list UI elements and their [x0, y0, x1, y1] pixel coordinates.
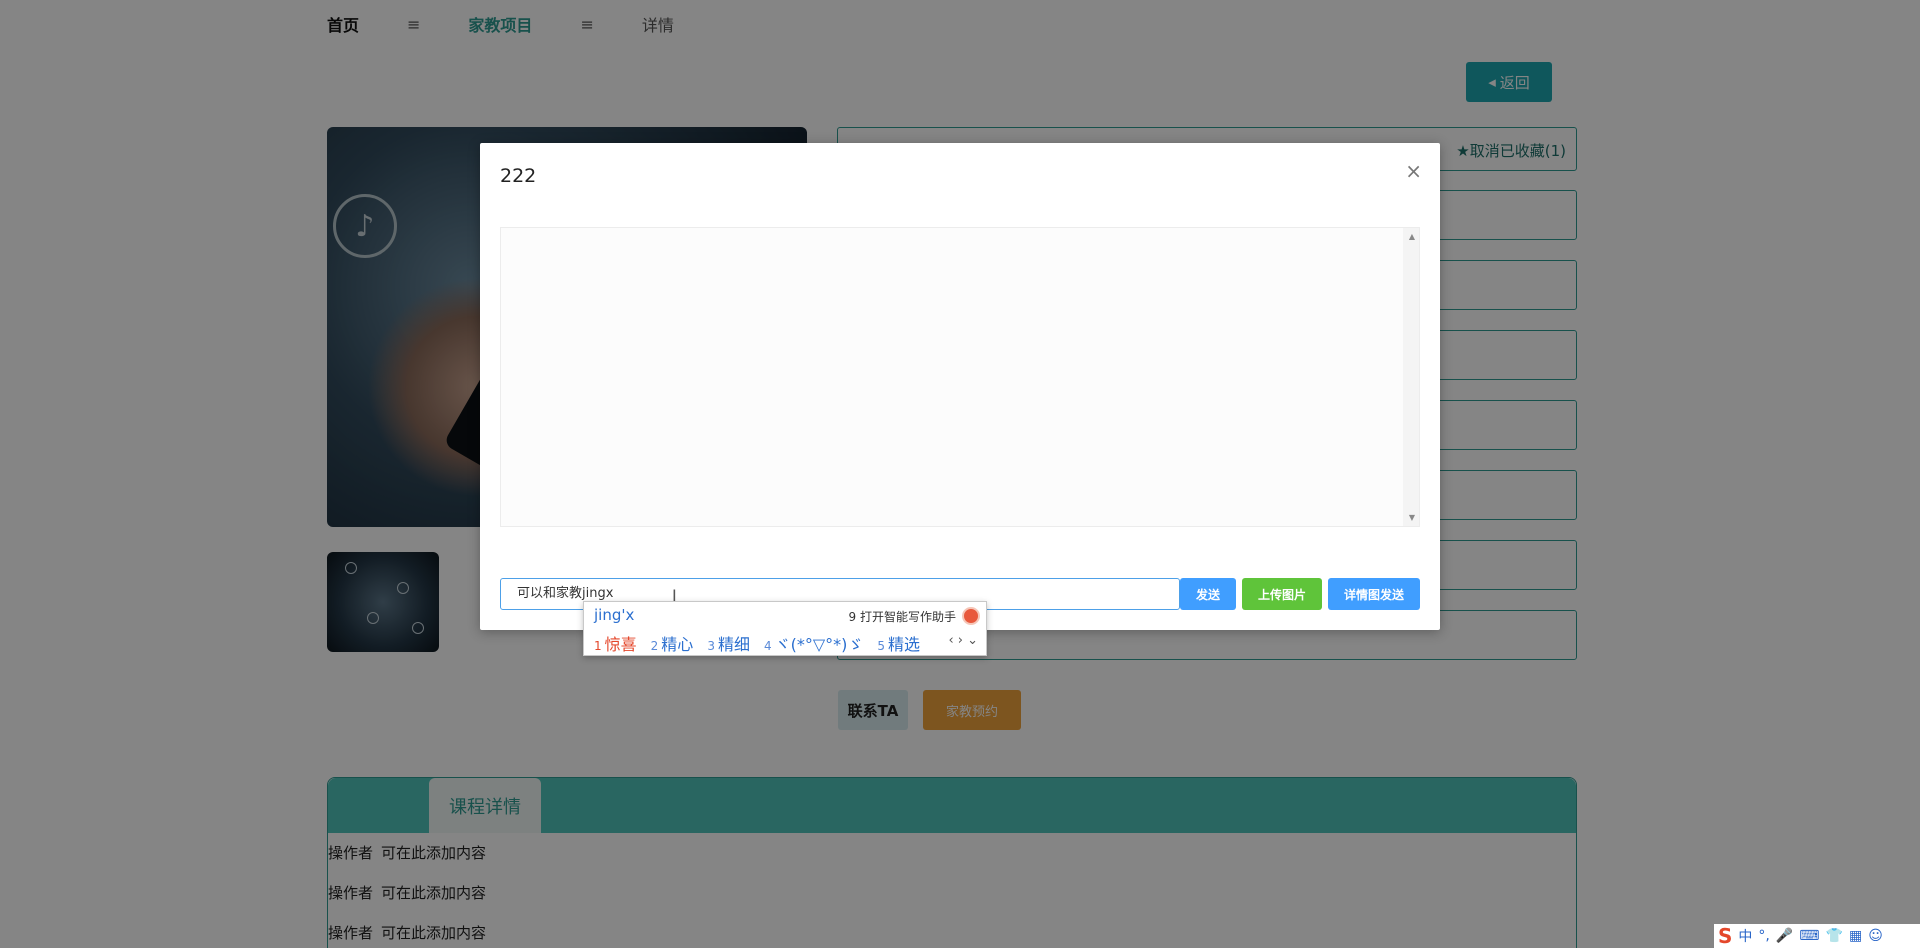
ime-candidate[interactable]: 3 精细: [707, 631, 750, 655]
mascot-icon[interactable]: ☺: [1868, 928, 1883, 944]
ime-lang-toggle[interactable]: 中: [1738, 926, 1752, 946]
scroll-down-icon[interactable]: ▼: [1409, 513, 1415, 522]
scroll-up-icon[interactable]: ▲: [1409, 232, 1415, 241]
ime-assist-link[interactable]: 9 打开智能写作助手: [849, 608, 956, 625]
upload-image-button[interactable]: 上传图片: [1242, 578, 1322, 610]
ime-pinyin: jing'x: [594, 606, 635, 624]
assistant-icon[interactable]: [962, 607, 980, 625]
ime-candidate[interactable]: 5 精选: [877, 631, 920, 655]
ime-candidates: 1 惊喜 2 精心 3 精细 4 ヾ(*°▽°*)ゞ 5 精选: [594, 631, 934, 655]
sogou-icon[interactable]: S: [1718, 924, 1732, 948]
chat-history[interactable]: ▲ ▼: [500, 227, 1420, 527]
ime-candidate[interactable]: 1 惊喜: [594, 631, 637, 655]
close-icon[interactable]: ×: [1405, 161, 1422, 181]
punctuation-toggle[interactable]: °,: [1758, 928, 1769, 944]
ime-toolbar: S 中 °, 🎤 ⌨ 👕 ▦ ☺: [1714, 924, 1920, 948]
chat-modal: 222 × ▲ ▼ 可以和家教jingx Ι 发送 上传图片 详情图发送: [480, 143, 1440, 630]
skin-icon[interactable]: 👕: [1826, 928, 1843, 944]
send-button[interactable]: 发送: [1180, 578, 1236, 610]
ime-candidate[interactable]: 2 精心: [651, 631, 694, 655]
toolbox-icon[interactable]: ▦: [1849, 928, 1862, 944]
scrollbar[interactable]: ▲ ▼: [1403, 228, 1419, 526]
keyboard-icon[interactable]: ⌨: [1799, 928, 1819, 944]
ime-candidate[interactable]: 4 ヾ(*°▽°*)ゞ: [764, 631, 863, 655]
modal-title: 222: [500, 165, 537, 187]
microphone-icon[interactable]: 🎤: [1776, 928, 1793, 944]
ime-candidate-window: jing'x 9 打开智能写作助手 1 惊喜 2 精心 3 精细 4 ヾ(*°▽°*)ゞ…: [583, 601, 987, 656]
ime-nav-icon[interactable]: ‹ › ⌄: [948, 633, 978, 648]
detail-image-send-button[interactable]: 详情图发送: [1328, 578, 1420, 610]
